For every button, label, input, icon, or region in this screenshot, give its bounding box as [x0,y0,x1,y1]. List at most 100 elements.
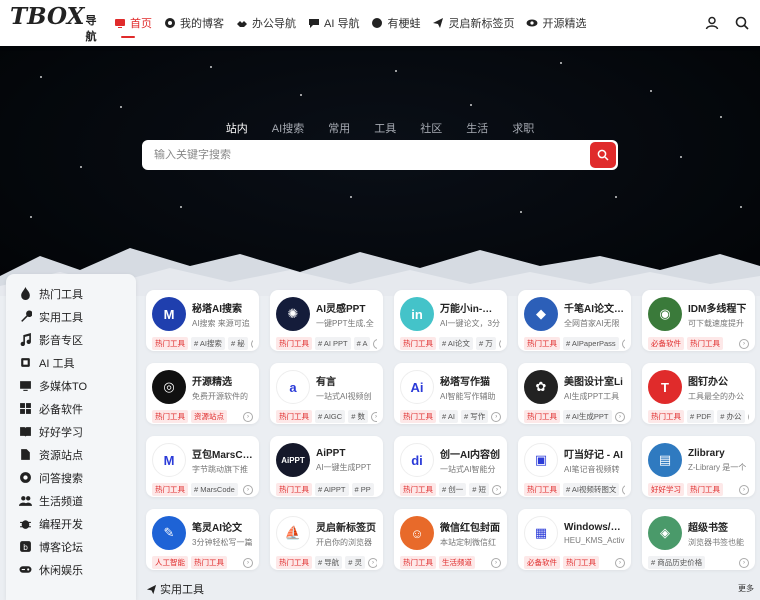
site-card[interactable]: di 创一AI内容创 一站式AI智能分 热门工具 # 创一 # 短 › [394,436,507,497]
card-tag[interactable]: # PP [351,483,374,496]
card-tag[interactable]: # 导航 [315,556,343,569]
sidebar-item-hot[interactable]: 热门工具 [6,282,136,305]
user-icon[interactable] [704,15,720,31]
site-card[interactable]: AiPPT AiPPT AI一键生成PPT 热门工具# AIPPT# PP› [270,436,383,497]
card-tag[interactable]: 热门工具 [400,410,436,423]
card-tag[interactable]: # AIPaperPass [563,337,619,350]
open-link-icon[interactable]: › [243,411,253,422]
nav-item-frog[interactable]: 有梗蛙 [365,0,426,46]
search-button[interactable] [590,142,616,168]
card-tag[interactable]: 热门工具 [276,556,312,569]
card-tag[interactable]: 热门工具 [400,556,436,569]
open-link-icon[interactable]: › [373,338,377,349]
card-tag[interactable]: # AI视频转图文 [563,483,620,496]
sidebar-item-blog[interactable]: b 博客论坛 [6,535,136,558]
open-link-icon[interactable]: › [622,484,625,495]
nav-item-opensource[interactable]: 开源精选 [520,0,592,46]
card-tag[interactable]: # 数 [348,410,368,423]
open-link-icon[interactable]: › [492,484,501,495]
site-card[interactable]: M 豆包MarsCod 字节跳动旗下推 热门工具 # MarsCode › [146,436,259,497]
card-tag[interactable]: # AI PPT [315,337,351,350]
card-tag[interactable]: # 秘 [227,337,248,350]
search-tab[interactable]: 常用 [316,120,362,136]
open-link-icon[interactable]: › [491,411,501,422]
card-tag[interactable]: 资源站点 [191,410,227,423]
card-tag[interactable]: 热门工具 [687,483,723,496]
open-link-icon[interactable]: › [368,557,377,568]
open-link-icon[interactable]: › [739,557,749,568]
open-link-icon[interactable]: › [739,338,749,349]
search-input[interactable] [154,149,590,161]
open-link-icon[interactable]: › [615,557,625,568]
card-tag[interactable]: # 万 [475,337,496,350]
card-tag[interactable]: # 写作 [460,410,489,423]
nav-item-ai[interactable]: AI 导航 [302,0,365,46]
open-link-icon[interactable]: › [621,338,625,349]
card-tag[interactable]: 热门工具 [400,483,436,496]
card-tag[interactable]: # AI搜索 [191,337,225,350]
card-tag[interactable]: # PDF [687,410,715,423]
site-card[interactable]: ✎ 笔灵AI论文 3分钟轻松写一篇 人工智能 热门工具 › [146,509,259,570]
nav-item-newtab[interactable]: 灵启新标签页 [426,0,520,46]
site-card[interactable]: ◈ 超级书签 浏览器书签也能 # 商品历史价格 › [642,509,755,570]
site-card[interactable]: ✺ AI灵感PPT 一键PPT生成,全热门工具# AI PPT# A› [270,290,383,351]
nav-item-office[interactable]: 办公导航 [230,0,302,46]
open-link-icon[interactable]: › [498,338,501,349]
site-card[interactable]: ◎ 开源精选 免费开源软件的 热门工具 资源站点 › [146,363,259,424]
open-link-icon[interactable]: › [739,484,749,495]
card-tag[interactable]: # 创一 [439,483,467,496]
open-link-icon[interactable]: › [250,338,253,349]
card-tag[interactable]: 好好学习 [648,483,684,496]
card-tag[interactable]: 必备软件 [648,337,684,350]
site-card[interactable]: ⛵ 灵启新标签页 开启你的浏览器 热门工具 # 导航 # 灵 › [270,509,383,570]
card-tag[interactable]: 热门工具 [152,483,188,496]
card-tag[interactable]: # AI生成PPT [563,410,612,423]
search-icon[interactable] [734,15,750,31]
card-tag[interactable]: # 灵 [345,556,366,569]
site-card[interactable]: ☺ 微信红包封面 本站定制微信红 热门工具 生活频道 › [394,509,507,570]
sidebar-item-dev[interactable]: 编程开发 [6,512,136,535]
site-card[interactable]: ▣ 叮当好记 - AI AI笔记音视频转热门工具# AI视频转图文› [518,436,631,497]
open-link-icon[interactable]: › [491,557,501,568]
site-card[interactable]: in 万能小in-论文 AI一键论文，3分热门工具# AI论文# 万› [394,290,507,351]
open-link-icon[interactable]: › [243,557,253,568]
card-tag[interactable]: # 短 [469,483,490,496]
card-tag[interactable]: # AIGC [315,410,346,423]
open-link-icon[interactable]: › [243,484,253,495]
card-tag[interactable]: 热门工具 [152,337,188,350]
card-tag[interactable]: 热门工具 [276,410,312,423]
card-tag[interactable]: 热门工具 [563,556,599,569]
sidebar-item-software[interactable]: 必备软件 [6,397,136,420]
sidebar-item-leisure[interactable]: 休闲娱乐 [6,558,136,581]
card-tag[interactable]: 热门工具 [191,556,227,569]
site-card[interactable]: Ai 秘塔写作猫 AI智能写作辅助 热门工具 # AI # 写作 › [394,363,507,424]
card-tag[interactable]: # 办公 [717,410,745,423]
site-card[interactable]: M 秘塔AI搜索 AI搜索 来源可追热门工具# AI搜索# 秘› [146,290,259,351]
sidebar-item-media[interactable]: 影音专区 [6,328,136,351]
site-card[interactable]: ▦ Windows/Offi HEU_KMS_Activ 必备软件 热门工具 › [518,509,631,570]
site-card[interactable]: ◆ 千笔AI论文-AI 全网首家AI无限热门工具# AIPaperPass› [518,290,631,351]
site-card[interactable]: a 有言 一站式AI视频创 热门工具 # AIGC # 数 › [270,363,383,424]
site-card[interactable]: ✿ 美图设计室Li AI生成PPT工具 热门工具 # AI生成PPT › [518,363,631,424]
card-tag[interactable]: 热门工具 [524,410,560,423]
card-tag[interactable]: 必备软件 [524,556,560,569]
site-card[interactable]: T图钉办公工具最全的办公热门工具# PDF# 办公› [642,363,755,424]
open-link-icon[interactable]: › [370,411,377,422]
search-tab[interactable]: 工具 [362,120,408,136]
open-link-icon[interactable]: › [747,411,749,422]
card-tag[interactable]: 热门工具 [648,410,684,423]
sidebar-item-qa[interactable]: 问答搜索 [6,466,136,489]
card-tag[interactable]: # AI论文 [439,337,473,350]
card-tag[interactable]: 热门工具 [400,337,436,350]
site-card[interactable]: ◉ IDM多线程下 可下载速度提升 必备软件 热门工具 › [642,290,755,351]
card-tag[interactable]: # MarsCode [191,483,238,496]
card-tag[interactable]: # AIPPT [315,483,349,496]
nav-item-home[interactable]: 首页 [108,0,158,46]
more-link[interactable]: 更多 [738,583,754,594]
card-tag[interactable]: 热门工具 [524,483,560,496]
card-tag[interactable]: # A [353,337,371,350]
nav-item-blog[interactable]: 我的博客 [158,0,230,46]
card-tag[interactable]: 人工智能 [152,556,188,569]
search-tab[interactable]: AI搜索 [260,120,316,136]
card-tag[interactable]: # 商品历史价格 [648,556,706,569]
